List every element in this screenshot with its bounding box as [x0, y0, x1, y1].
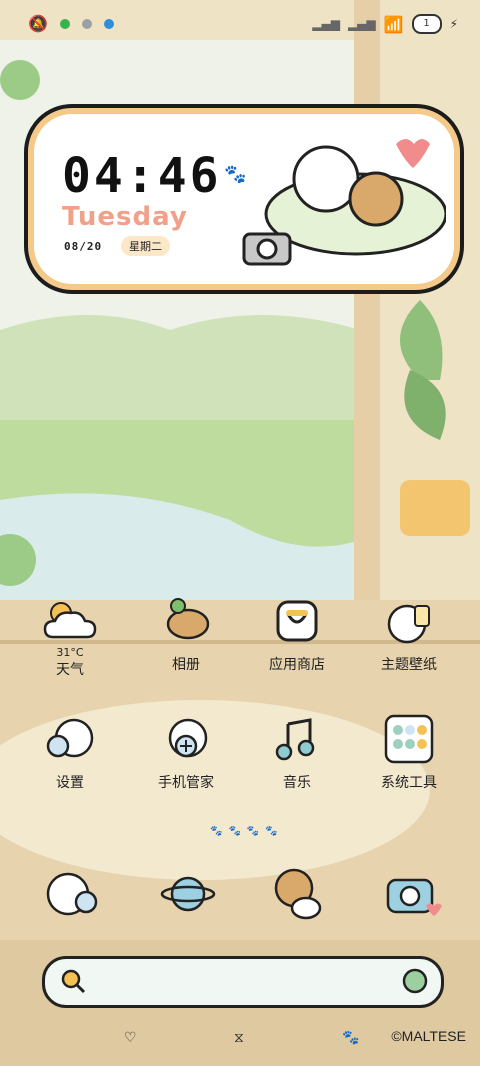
- clock-time: 04:46: [62, 148, 222, 204]
- music-icon: [275, 718, 315, 761]
- app-themes[interactable]: 主题壁纸: [373, 594, 445, 674]
- status-bar: 🔕 ▂▄▆ ▂▄▆ 📶 1 ⚡: [0, 0, 480, 50]
- voice-assistant-icon[interactable]: [401, 967, 429, 995]
- app-store[interactable]: 应用商店: [261, 594, 333, 674]
- clock-day: Tuesday: [62, 202, 188, 232]
- nav-recents-icon[interactable]: 🐾: [342, 1030, 359, 1046]
- weather-temp: 31°C: [56, 646, 84, 659]
- nav-back-icon[interactable]: ♡: [124, 1030, 137, 1046]
- app-notification-icon: [59, 18, 70, 29]
- gallery-icon: [166, 598, 210, 640]
- app-settings[interactable]: 设置: [34, 712, 106, 792]
- system-tools-folder-icon: [384, 714, 434, 764]
- clock-date: 08/20: [64, 240, 103, 253]
- phone-manager-icon: [168, 718, 208, 758]
- app-store-icon: [276, 600, 318, 642]
- app-gallery[interactable]: 相册: [150, 594, 222, 674]
- app-label: 手机管家: [158, 775, 214, 791]
- app-phone-manager[interactable]: 手机管家: [150, 712, 222, 792]
- nav-home-icon[interactable]: ⧖: [234, 1030, 244, 1046]
- page-indicator: 🐾🐾🐾🐾: [210, 826, 284, 837]
- themes-icon: [387, 604, 430, 644]
- wifi-icon: 📶: [383, 14, 404, 34]
- app-label: 应用商店: [269, 657, 325, 673]
- signal-icon: ▂▄▆: [312, 17, 340, 31]
- search-icon: [61, 969, 86, 994]
- camera-icon[interactable]: [382, 864, 442, 924]
- phone-icon[interactable]: [40, 864, 100, 924]
- app-label: 系统工具: [381, 775, 437, 791]
- browser-icon[interactable]: [158, 864, 218, 924]
- app-label: 相册: [172, 657, 200, 673]
- copyright-text: ©MALTESE: [391, 1028, 466, 1044]
- dog-illustration-icon: [242, 139, 446, 266]
- app-label: 天气: [56, 662, 84, 678]
- app-music[interactable]: 音乐: [261, 712, 333, 792]
- messages-icon[interactable]: [266, 864, 326, 924]
- charging-icon: ⚡: [449, 17, 458, 31]
- battery-icon: 1: [411, 14, 442, 34]
- search-bar[interactable]: [42, 956, 444, 1008]
- weather-icon: [43, 602, 97, 639]
- app-system-tools[interactable]: 系统工具: [373, 712, 445, 792]
- clock-widget[interactable]: 04:46 Tuesday 08/20 星期二 🐾: [24, 104, 464, 294]
- signal-icon: ▂▄▆: [347, 17, 376, 31]
- app-weather[interactable]: 31°C 天气: [34, 594, 106, 679]
- weekday-badge: 星期二: [121, 236, 170, 256]
- app-notification-icon: [81, 18, 92, 29]
- app-label: 音乐: [283, 775, 311, 791]
- app-label: 设置: [56, 775, 84, 791]
- mute-icon: 🔕: [28, 14, 48, 33]
- settings-icon: [46, 718, 94, 758]
- app-label: 主题壁纸: [381, 657, 437, 673]
- app-notification-icon: [103, 18, 114, 29]
